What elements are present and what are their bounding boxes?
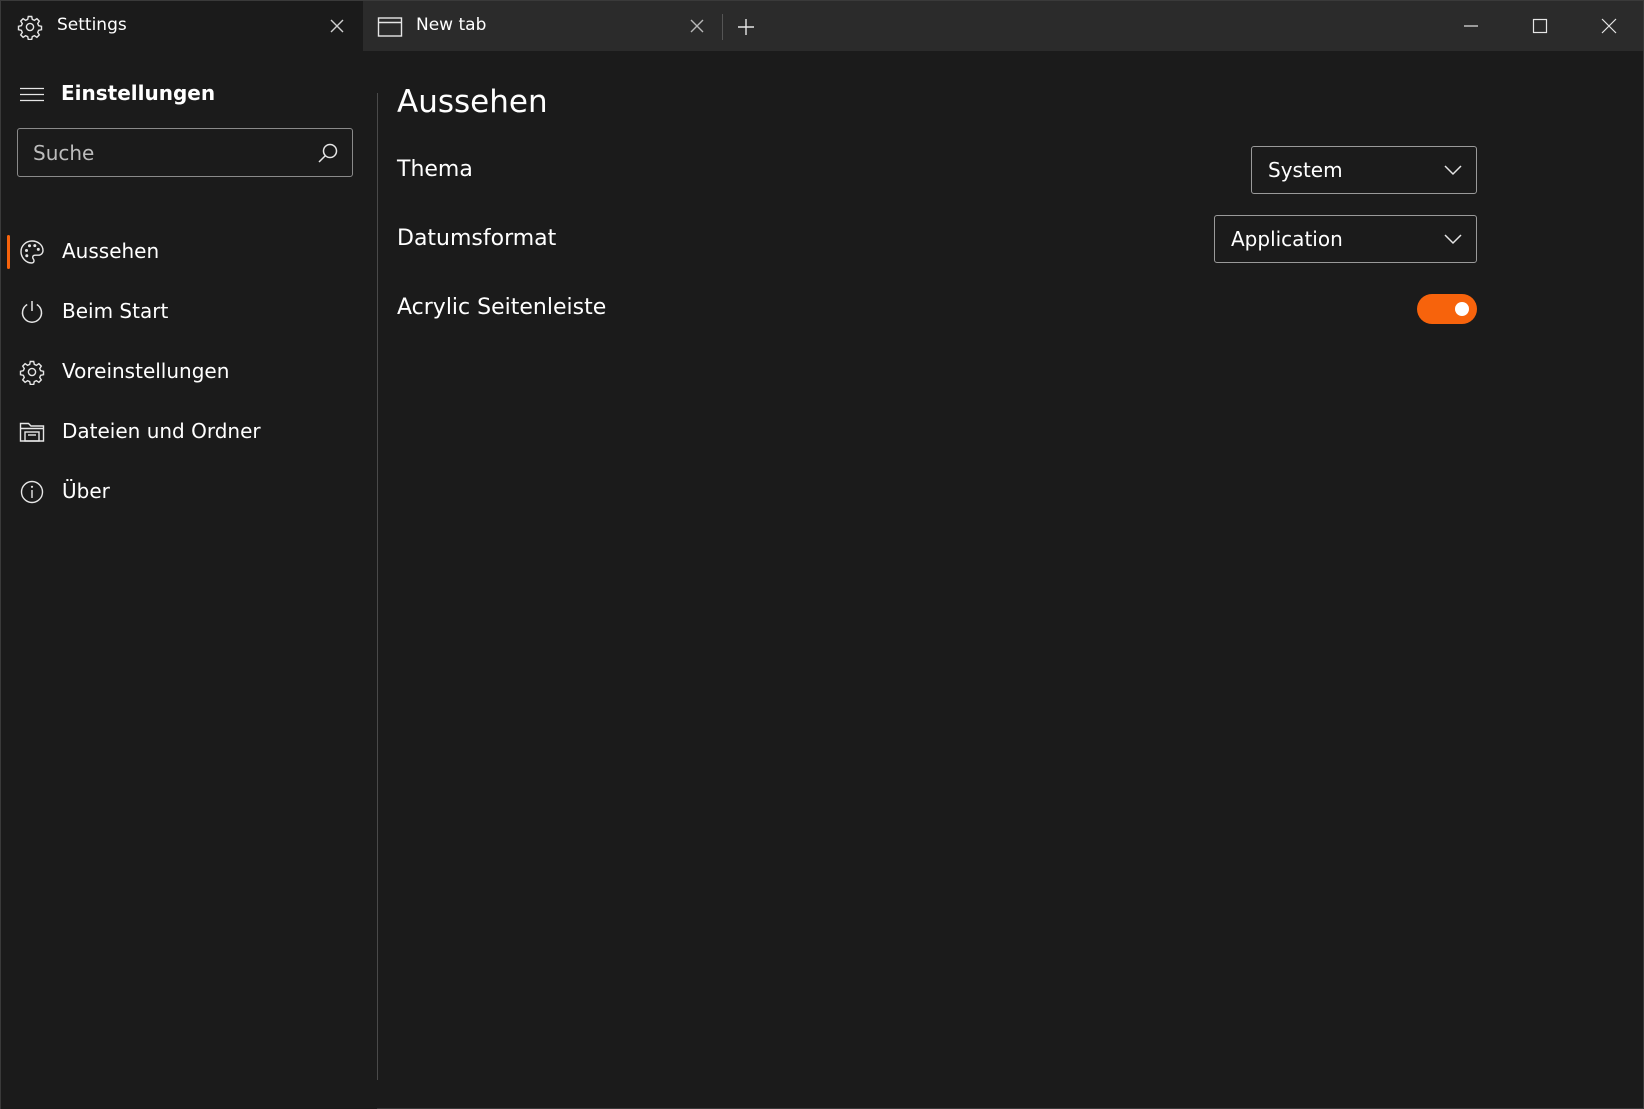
palette-icon [20, 240, 44, 264]
search-icon[interactable] [316, 141, 340, 165]
close-window-button[interactable] [1575, 1, 1643, 51]
sidebar-item-ueber[interactable]: Über [1, 467, 377, 517]
page-title: Aussehen [397, 84, 548, 120]
chevron-down-icon [1444, 165, 1462, 176]
tab-settings[interactable]: Settings [1, 1, 363, 51]
theme-label: Thema [397, 157, 473, 182]
sidebar-item-label: Aussehen [62, 239, 160, 263]
app-window: Settings New tab Einstellungen Suche Aus… [0, 0, 1644, 1109]
maximize-icon [1532, 18, 1548, 34]
tab-new-tab[interactable]: New tab [363, 1, 723, 51]
sidebar-title: Einstellungen [61, 81, 216, 105]
tab-bar: Settings New tab [1, 1, 1643, 51]
acrylic-sidebar-label: Acrylic Seitenleiste [397, 295, 607, 320]
toggle-knob [1455, 302, 1469, 316]
settings-content: Aussehen Thema System Datumsformat Appli… [397, 51, 1627, 1051]
sidebar-item-label: Dateien und Ordner [62, 419, 261, 443]
sidebar-item-label: Über [62, 479, 110, 503]
date-format-dropdown-value: Application [1231, 227, 1343, 251]
sidebar-item-voreinstellungen[interactable]: Voreinstellungen [1, 347, 377, 397]
tab-settings-label: Settings [57, 15, 127, 35]
tab-new-tab-label: New tab [416, 15, 487, 35]
sidebar-item-aussehen[interactable]: Aussehen [1, 227, 377, 277]
search-box[interactable] [17, 128, 353, 177]
date-format-dropdown[interactable]: Application [1214, 215, 1477, 263]
maximize-button[interactable] [1506, 1, 1574, 51]
sidebar-divider [377, 93, 378, 1080]
sidebar-item-label: Voreinstellungen [62, 359, 230, 383]
close-tab-icon[interactable] [329, 18, 345, 34]
add-tab-icon[interactable] [733, 14, 759, 40]
selection-indicator [7, 235, 10, 269]
sidebar-item-dateien-und-ordner[interactable]: Dateien und Ordner [1, 407, 377, 457]
close-tab-icon[interactable] [689, 18, 705, 34]
info-icon [20, 480, 44, 504]
close-icon [1601, 18, 1617, 34]
sidebar-item-label: Beim Start [62, 299, 169, 323]
tab-divider [722, 14, 723, 40]
theme-dropdown[interactable]: System [1251, 146, 1477, 194]
minimize-icon [1464, 25, 1478, 27]
gear-icon [19, 360, 45, 385]
gear-icon [17, 15, 43, 40]
sidebar-item-beim-start[interactable]: Beim Start [1, 287, 377, 337]
search-input[interactable] [18, 129, 308, 176]
window-icon [377, 17, 403, 37]
sidebar: Einstellungen Suche Aussehen Beim Start … [1, 51, 377, 1109]
theme-dropdown-value: System [1268, 158, 1343, 182]
hamburger-menu-icon[interactable] [19, 85, 45, 105]
date-format-label: Datumsformat [397, 226, 557, 251]
minimize-button[interactable] [1437, 1, 1505, 51]
power-icon [21, 301, 43, 323]
folder-icon [19, 422, 45, 442]
chevron-down-icon [1444, 234, 1462, 245]
acrylic-sidebar-toggle[interactable] [1417, 294, 1477, 324]
